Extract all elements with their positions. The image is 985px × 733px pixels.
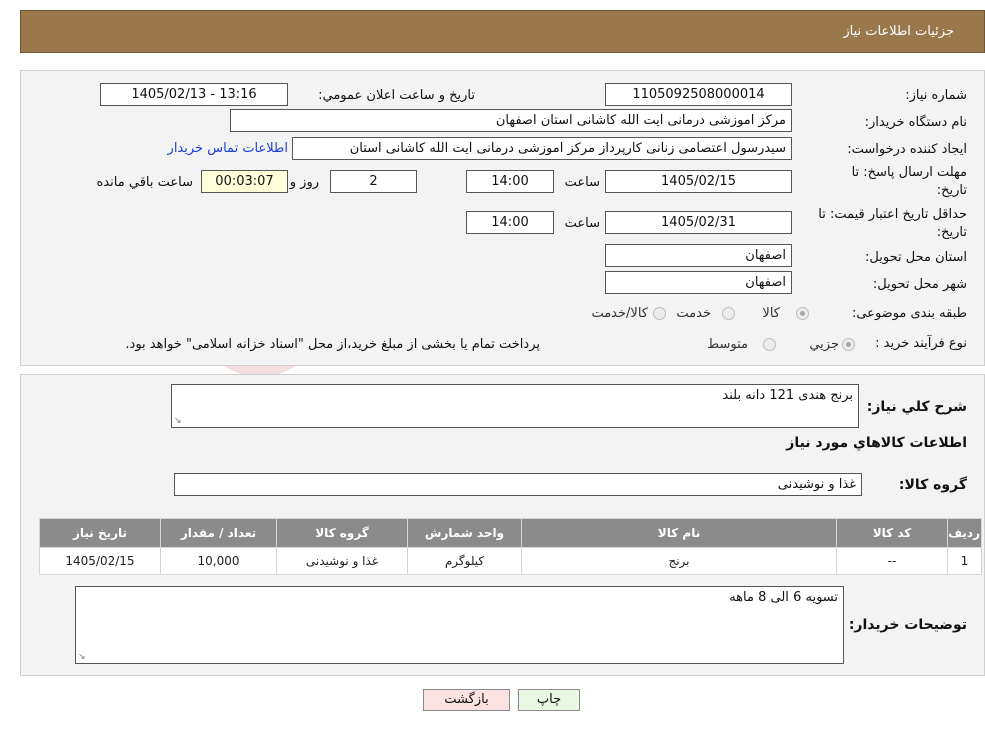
validity-date-field: 1405/02/31 bbox=[605, 211, 792, 234]
category-label: طبقه بندی موضوعی: bbox=[851, 306, 967, 321]
deadline-date-field: 1405/02/15 bbox=[605, 170, 792, 193]
city-label: شهر محل تحويل: bbox=[872, 277, 967, 292]
creator-field: سیدرسول اعتصامی زنانی کارپرداز مرکز اموز… bbox=[292, 137, 792, 160]
col-header-item-group: گروه کالا bbox=[276, 518, 408, 548]
announce-datetime-value: 1405/02/13 - 13:16 bbox=[131, 87, 257, 102]
deadline-label-date: تاريخ: bbox=[936, 183, 967, 198]
process-radio-medium[interactable] bbox=[763, 338, 776, 351]
remaining-time-field: 00:03:07 bbox=[201, 170, 288, 193]
need-number-field: 1105092508000014 bbox=[605, 83, 792, 106]
process-radio-minor[interactable] bbox=[842, 338, 855, 351]
page-header: جزئیات اطلاعات نیاز bbox=[20, 10, 985, 53]
validity-label-date: تاريخ: bbox=[936, 225, 967, 240]
process-option-medium: متوسط bbox=[707, 337, 748, 352]
cell-need-date: 1405/02/15 bbox=[39, 547, 161, 575]
cell-unit: کیلوگرم bbox=[407, 547, 522, 575]
resize-grip-icon[interactable]: ↘ bbox=[174, 417, 182, 426]
validity-time-label: ساعت bbox=[564, 216, 600, 231]
resize-grip-icon[interactable]: ↘ bbox=[78, 653, 86, 662]
days-label: روز و bbox=[289, 175, 319, 190]
category-radio-goods-service[interactable] bbox=[653, 307, 666, 320]
buyer-org-field: مرکز اموزشی درمانی ایت الله کاشانی استان… bbox=[230, 109, 792, 132]
summary-textarea: برنج هندی 121 دانه بلند ↘ bbox=[171, 384, 859, 428]
validity-label: حداقل تاريخ اعتبار قيمت: تا bbox=[818, 207, 967, 222]
creator-label: ايجاد کننده درخواست: bbox=[847, 142, 967, 157]
cell-row-number: 1 bbox=[947, 547, 982, 575]
cell-item-code: -- bbox=[836, 547, 948, 575]
city-field: اصفهان bbox=[605, 271, 792, 294]
deadline-label: مهلت ارسال پاسخ: تا bbox=[851, 165, 967, 180]
remaining-time-label: ساعت باقي مانده bbox=[96, 175, 193, 190]
cell-quantity: 10,000 bbox=[160, 547, 277, 575]
announce-datetime-label: تاریخ و ساعت اعلان عمومي: bbox=[318, 88, 475, 103]
col-header-item-code: کد کالا bbox=[836, 518, 948, 548]
process-option-minor: جزيي bbox=[809, 337, 839, 352]
summary-label: شرح کلي نياز: bbox=[866, 399, 967, 415]
print-button[interactable]: چاپ bbox=[518, 689, 580, 711]
table-row: 1 -- برنج کیلوگرم غذا و نوشیدنی 10,000 1… bbox=[39, 547, 982, 575]
goods-table: رديف کد کالا نام کالا واحد شمارش گروه کا… bbox=[39, 518, 982, 575]
back-button[interactable]: بازگشت bbox=[423, 689, 510, 711]
province-label: استان محل تحويل: bbox=[865, 250, 967, 265]
remaining-days-field: 2 bbox=[330, 170, 417, 193]
col-header-unit: واحد شمارش bbox=[407, 518, 522, 548]
deadline-time-label: ساعت bbox=[564, 175, 600, 190]
category-option-goods: کالا bbox=[762, 306, 780, 321]
process-payment-note: پرداخت تمام يا بخشی از مبلغ خريد،از محل … bbox=[125, 337, 540, 352]
category-option-goods-service: کالا/خدمت bbox=[591, 306, 648, 321]
province-field: اصفهان bbox=[605, 244, 792, 267]
goods-group-label: گروه کالا: bbox=[898, 477, 967, 493]
announce-datetime-field: 1405/02/13 - 13:16 bbox=[100, 83, 288, 106]
buyer-org-label: نام دستگاه خريدار: bbox=[864, 115, 967, 130]
buyer-contact-link[interactable]: اطلاعات تماس خريدار bbox=[168, 141, 288, 156]
category-radio-service[interactable] bbox=[722, 307, 735, 320]
cell-item-name: برنج bbox=[521, 547, 837, 575]
summary-text: برنج هندی 121 دانه بلند bbox=[722, 388, 853, 403]
process-type-label: نوع فرآيند خريد : bbox=[875, 336, 967, 351]
need-number-label: شماره نیاز: bbox=[905, 88, 967, 103]
goods-group-field: غذا و نوشیدنی bbox=[174, 473, 862, 496]
category-radio-goods[interactable] bbox=[796, 307, 809, 320]
category-option-service: خدمت bbox=[676, 306, 711, 321]
col-header-quantity: تعداد / مقدار bbox=[160, 518, 277, 548]
buyer-notes-text: تسویه 6 الی 8 ماهه bbox=[729, 590, 838, 605]
col-header-row-number: رديف bbox=[947, 518, 982, 548]
validity-time-field: 14:00 bbox=[466, 211, 554, 234]
cell-item-group: غذا و نوشیدنی bbox=[276, 547, 408, 575]
buyer-notes-label: توضيحات خريدار: bbox=[848, 617, 967, 633]
deadline-time-field: 14:00 bbox=[466, 170, 554, 193]
page-title: جزئیات اطلاعات نیاز bbox=[843, 24, 954, 39]
goods-table-header-row: رديف کد کالا نام کالا واحد شمارش گروه کا… bbox=[39, 518, 982, 548]
goods-info-title: اطلاعات کالاهاي مورد نياز bbox=[786, 435, 967, 451]
buyer-notes-textarea: تسویه 6 الی 8 ماهه ↘ bbox=[75, 586, 844, 664]
col-header-need-date: تاريخ نياز bbox=[39, 518, 161, 548]
col-header-item-name: نام کالا bbox=[521, 518, 837, 548]
